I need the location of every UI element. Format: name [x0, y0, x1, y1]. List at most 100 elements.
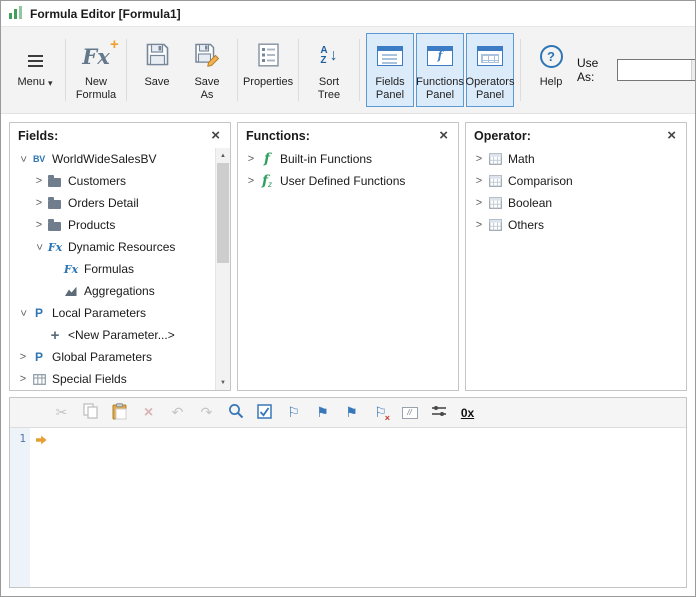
paste-icon: [112, 402, 127, 423]
operator-grid-icon: [486, 192, 504, 214]
formula-text-area[interactable]: [52, 428, 686, 587]
save-as-button[interactable]: Save As: [183, 33, 231, 107]
run-to-flag-button[interactable]: ⚑: [313, 403, 332, 422]
user-defined-function-icon: [258, 170, 276, 192]
chevron-right-icon[interactable]: [244, 175, 258, 187]
chevron-down-icon[interactable]: [16, 307, 30, 319]
parameter-icon: [30, 302, 48, 324]
help-button[interactable]: Help: [527, 33, 575, 107]
tree-item-others[interactable]: Others: [466, 214, 686, 236]
cut-icon: ✂: [55, 404, 68, 420]
tree-item-local-parameters[interactable]: Local Parameters: [10, 302, 215, 324]
scroll-up-icon[interactable]: [216, 148, 230, 163]
fields-panel-label: Fields Panel: [375, 76, 405, 102]
chevron-right-icon[interactable]: [32, 197, 46, 209]
flag-clear-icon: ⚐: [374, 404, 387, 420]
functions-panel-button[interactable]: Functions Panel: [416, 33, 464, 107]
tree-item-orders-detail[interactable]: Orders Detail: [10, 192, 215, 214]
current-line-arrow-icon: [35, 434, 47, 448]
delete-button[interactable]: ×: [139, 403, 158, 422]
editor-toolbar: ✂ × ↶ ↷ ⚐ ⚑ ⚑ ⚐ 0x: [10, 398, 686, 428]
new-formula-button[interactable]: New Formula: [72, 33, 120, 107]
chevron-right-icon[interactable]: [16, 351, 30, 363]
properties-label: Properties: [242, 76, 294, 88]
line-number: 1: [19, 432, 26, 445]
tree-item-products[interactable]: Products: [10, 214, 215, 236]
chevron-right-icon[interactable]: [32, 219, 46, 231]
chevron-right-icon[interactable]: [472, 197, 486, 209]
find-button[interactable]: [226, 403, 245, 422]
close-icon[interactable]: [437, 128, 450, 143]
tree-item-boolean[interactable]: Boolean: [466, 192, 686, 214]
tree-item-worldwidesalesbv[interactable]: WorldWideSalesBV: [10, 148, 215, 170]
toolbar-separator: [359, 39, 360, 101]
tree-item-global-parameters[interactable]: Global Parameters: [10, 346, 215, 368]
tree-item-dynamic-resources[interactable]: Dynamic Resources: [10, 236, 215, 258]
search-icon: [228, 403, 244, 422]
formula-icon: [62, 258, 80, 280]
tree-item-builtin-functions[interactable]: Built-in Functions: [238, 148, 458, 170]
close-icon[interactable]: [665, 128, 678, 143]
scroll-down-icon[interactable]: [216, 375, 230, 390]
use-as-label: Use As:: [577, 56, 599, 84]
formula-editor-window: Formula Editor [Formula1] Menu New Formu…: [0, 0, 696, 597]
properties-icon: [257, 42, 279, 70]
hex-toggle-button[interactable]: 0x: [458, 403, 477, 422]
operator-panel-header: Operator:: [466, 123, 686, 146]
scrollbar-thumb[interactable]: [217, 163, 229, 263]
redo-button[interactable]: ↷: [197, 403, 216, 422]
use-as-combobox[interactable]: [617, 59, 695, 81]
toolbar-separator: [237, 39, 238, 101]
close-icon[interactable]: [209, 128, 222, 143]
comment-button[interactable]: [400, 403, 419, 422]
options-button[interactable]: [429, 403, 448, 422]
add-parameter-icon: [46, 324, 64, 346]
special-fields-icon: [30, 368, 48, 390]
undo-button[interactable]: ↶: [168, 403, 187, 422]
chevron-down-icon[interactable]: [32, 241, 46, 253]
chevron-right-icon[interactable]: [32, 175, 46, 187]
checkbox-check-icon: [257, 403, 272, 422]
tree-item-aggregations[interactable]: Aggregations: [10, 280, 215, 302]
fields-scrollbar[interactable]: [215, 148, 230, 390]
tree-item-comparison[interactable]: Comparison: [466, 170, 686, 192]
panels-row: Fields: WorldWideSalesBV Customers Order…: [1, 114, 695, 391]
chevron-right-icon[interactable]: [472, 219, 486, 231]
chevron-right-icon[interactable]: [244, 153, 258, 165]
paste-button[interactable]: [110, 402, 129, 423]
fields-panel-title: Fields:: [18, 128, 59, 143]
operator-grid-icon: [486, 148, 504, 170]
toolbar-separator: [298, 39, 299, 101]
save-button[interactable]: Save: [133, 33, 181, 107]
scrollbar-track[interactable]: [216, 163, 230, 375]
chevron-right-icon[interactable]: [472, 153, 486, 165]
tree-item-new-parameter[interactable]: <New Parameter...>: [10, 324, 215, 346]
sort-tree-button[interactable]: Sort Tree: [305, 33, 353, 107]
cut-button[interactable]: ✂: [52, 403, 71, 422]
sliders-icon: [431, 404, 447, 421]
tree-item-math[interactable]: Math: [466, 148, 686, 170]
next-flag-button[interactable]: ⚑: [342, 403, 361, 422]
tree-item-special-fields[interactable]: Special Fields: [10, 368, 215, 390]
flag-filled-icon: ⚑: [316, 404, 329, 420]
tree-item-customers[interactable]: Customers: [10, 170, 215, 192]
validate-button[interactable]: [255, 403, 274, 422]
menu-button[interactable]: Menu: [11, 33, 59, 107]
clear-flags-button[interactable]: ⚐: [371, 403, 390, 423]
formula-code-editor: ✂ × ↶ ↷ ⚐ ⚑ ⚑ ⚐ 0x 1: [9, 397, 687, 588]
fields-panel-button[interactable]: Fields Panel: [366, 33, 414, 107]
chevron-down-icon[interactable]: [16, 153, 30, 165]
tree-item-user-defined-functions[interactable]: User Defined Functions: [238, 170, 458, 192]
operators-panel-button[interactable]: Operators Panel: [466, 33, 514, 107]
chevron-right-icon[interactable]: [16, 373, 30, 385]
help-label: Help: [539, 76, 563, 88]
flag-button[interactable]: ⚐: [284, 403, 303, 422]
use-as-group: Use As:: [577, 56, 695, 84]
combobox-arrow-icon[interactable]: [691, 60, 695, 80]
copy-button[interactable]: [81, 403, 100, 422]
operator-panel-title: Operator:: [474, 128, 531, 143]
operator-tree: Math Comparison Boolean Others: [466, 148, 686, 390]
properties-button[interactable]: Properties: [242, 33, 294, 107]
tree-item-formulas[interactable]: Formulas: [10, 258, 215, 280]
chevron-right-icon[interactable]: [472, 175, 486, 187]
